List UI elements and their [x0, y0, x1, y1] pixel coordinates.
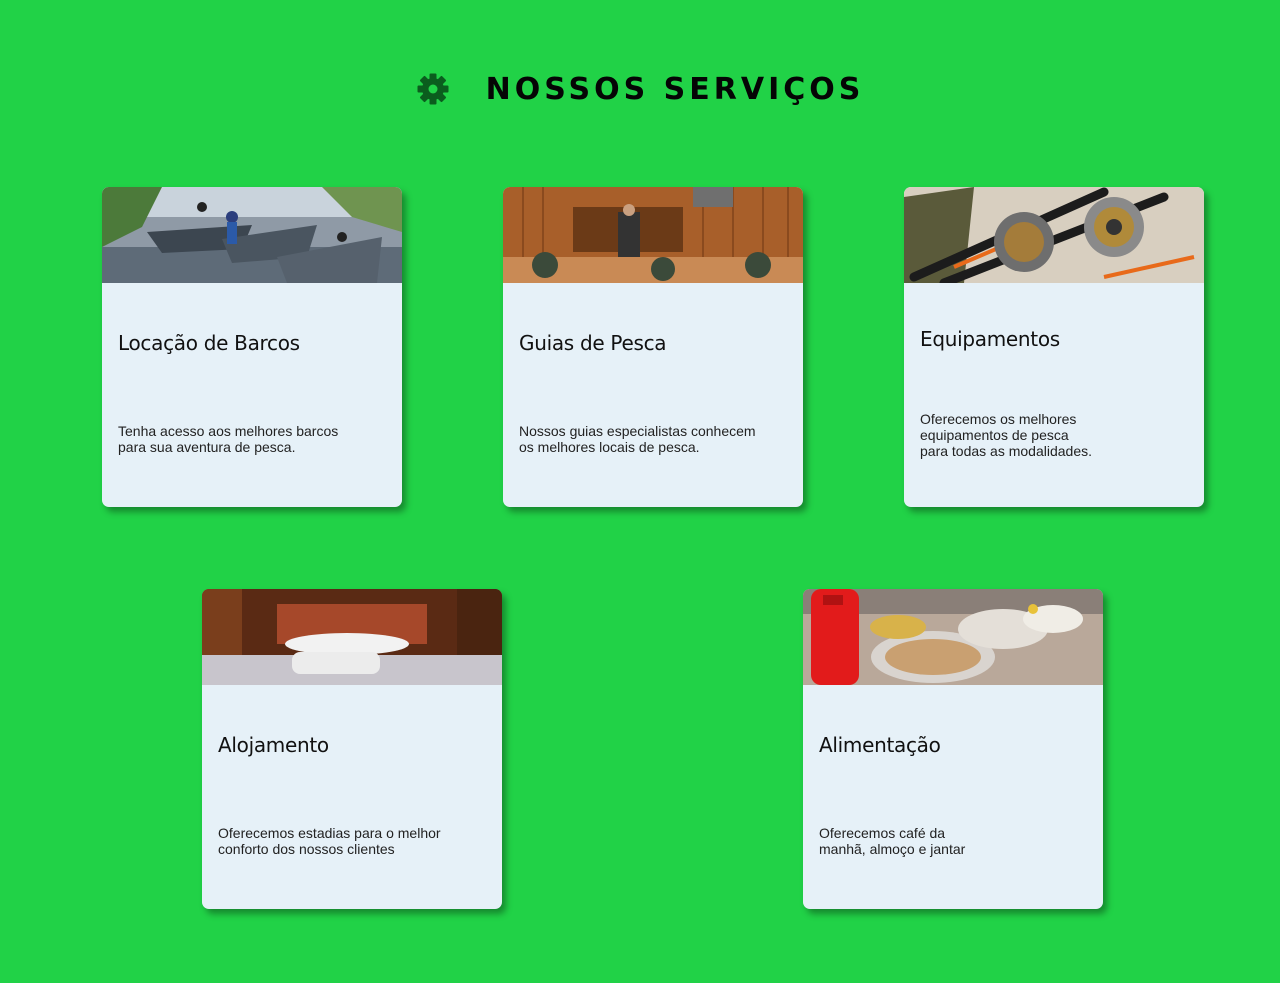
lodging-image — [202, 589, 502, 685]
service-card-boat-rental[interactable]: Locação de Barcos Tenha acesso aos melho… — [102, 187, 402, 507]
service-title: Equipamentos — [920, 327, 1060, 351]
service-card-fishing-guides[interactable]: Guias de Pesca Nossos guias especialista… — [503, 187, 803, 507]
section-header: NOSSOS SERVIÇOS — [0, 66, 1280, 112]
service-description: Oferecemos os melhores equipamentos de p… — [920, 411, 1092, 459]
service-card-food[interactable]: Alimentação Oferecemos café da manhã, al… — [803, 589, 1103, 909]
service-card-lodging[interactable]: Alojamento Oferecemos estadias para o me… — [202, 589, 502, 909]
service-title: Locação de Barcos — [118, 331, 300, 355]
service-description: Oferecemos estadias para o melhor confor… — [218, 825, 441, 857]
service-title: Alimentação — [819, 733, 941, 757]
service-description: Nossos guias especialistas conhecem os m… — [519, 423, 756, 455]
service-title: Alojamento — [218, 733, 329, 757]
food-image — [803, 589, 1103, 685]
service-description: Tenha acesso aos melhores barcos para su… — [118, 423, 339, 455]
fishing-guides-image — [503, 187, 803, 283]
page-title: NOSSOS SERVIÇOS — [485, 71, 865, 107]
service-card-equipment[interactable]: Equipamentos Oferecemos os melhores equi… — [904, 187, 1204, 507]
equipment-image — [904, 187, 1204, 283]
service-description: Oferecemos café da manhã, almoço e janta… — [819, 825, 966, 857]
gear-icon — [416, 72, 450, 106]
boat-rental-image — [102, 187, 402, 283]
service-title: Guias de Pesca — [519, 331, 667, 355]
